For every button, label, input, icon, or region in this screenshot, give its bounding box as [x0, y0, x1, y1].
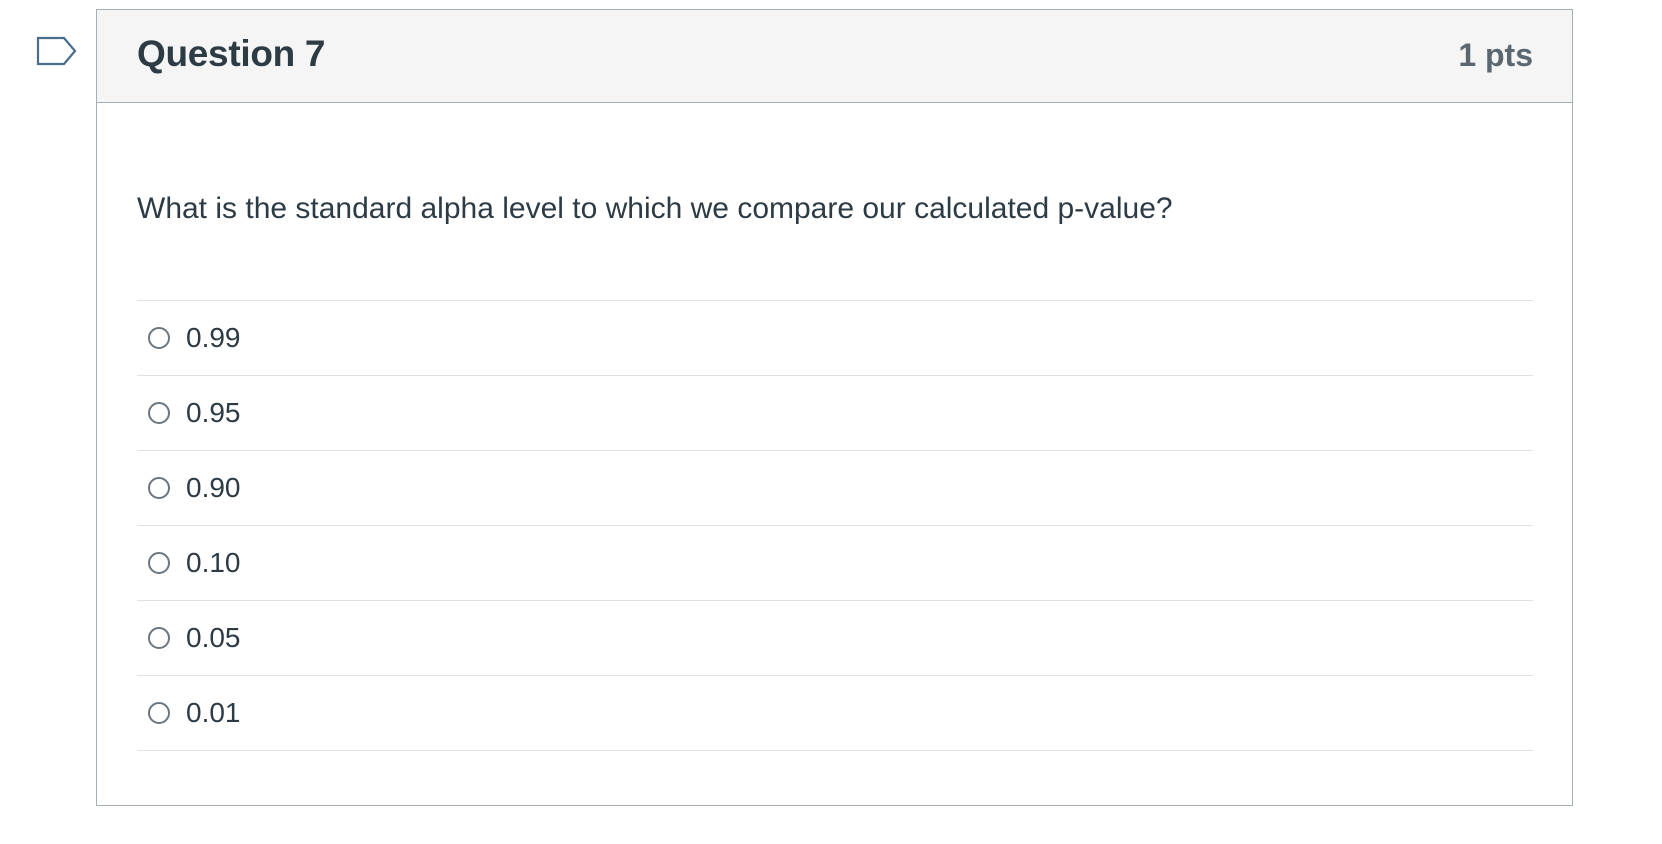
radio-button[interactable] [148, 477, 170, 499]
answer-option[interactable]: 0.10 [137, 526, 1533, 601]
radio-button[interactable] [148, 402, 170, 424]
radio-button[interactable] [148, 327, 170, 349]
answer-list: 0.99 0.95 0.90 0.10 0.05 0.01 [137, 300, 1533, 751]
answer-label: 0.10 [186, 547, 241, 578]
answer-option[interactable]: 0.95 [137, 376, 1533, 451]
radio-button[interactable] [148, 552, 170, 574]
answer-label: 0.05 [186, 622, 241, 653]
radio-button[interactable] [148, 627, 170, 649]
radio-button[interactable] [148, 702, 170, 724]
question-points: 1 pts [1458, 37, 1533, 73]
answer-option[interactable]: 0.05 [137, 601, 1533, 676]
question-card: Question 7 1 pts What is the standard al… [96, 9, 1573, 806]
answer-option[interactable]: 0.90 [137, 451, 1533, 526]
answer-option[interactable]: 0.01 [137, 676, 1533, 751]
quiz-page: Question 7 1 pts What is the standard al… [0, 0, 1662, 844]
answer-label: 0.90 [186, 472, 241, 503]
answer-option[interactable]: 0.99 [137, 301, 1533, 376]
question-header: Question 7 1 pts [97, 10, 1572, 103]
answer-label: 0.99 [186, 322, 241, 353]
answer-label: 0.95 [186, 397, 241, 428]
answer-label: 0.01 [186, 697, 241, 728]
question-text: What is the standard alpha level to whic… [137, 192, 1173, 225]
flag-question-icon[interactable] [36, 36, 78, 70]
question-title: Question 7 [137, 33, 326, 74]
